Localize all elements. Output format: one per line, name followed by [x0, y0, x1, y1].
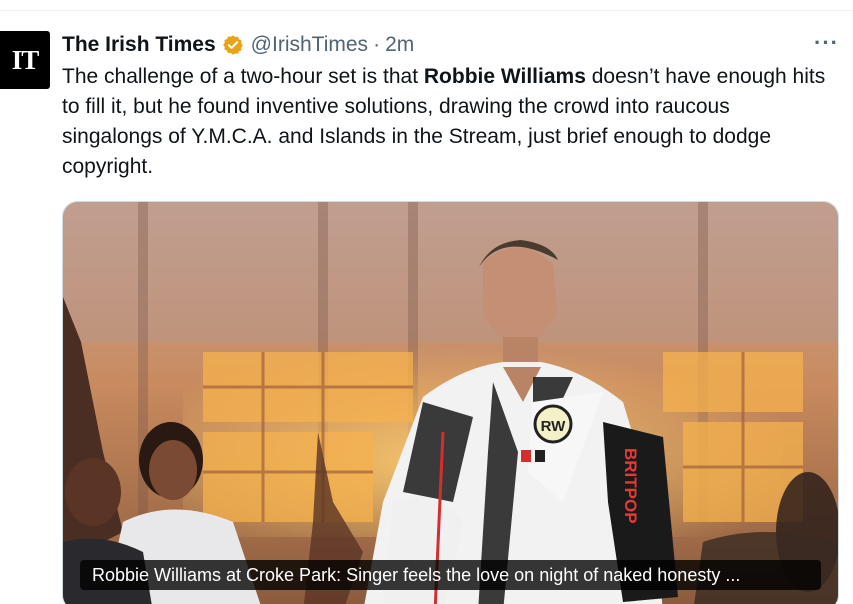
top-divider — [0, 10, 853, 11]
jacket-sleeve-text: BRITPOP — [621, 448, 640, 524]
link-card-title[interactable]: Robbie Williams at Croke Park: Singer fe… — [80, 560, 821, 590]
tweet-header: The Irish Times @IrishTimes · 2m — [62, 31, 414, 59]
verified-badge-icon[interactable] — [222, 34, 244, 56]
tweet-text-bold[interactable]: Robbie Williams — [424, 65, 586, 88]
separator-dot: · — [373, 33, 381, 56]
user-handle[interactable]: @IrishTimes — [251, 33, 368, 57]
tweet-text-part: The challenge of a two-hour set is that — [62, 65, 424, 88]
link-card-image[interactable]: RW BRITPOP — [62, 201, 839, 604]
display-name[interactable]: The Irish Times — [62, 33, 216, 57]
timestamp[interactable]: 2m — [385, 33, 414, 57]
more-options-icon[interactable]: ··· — [814, 30, 839, 56]
avatar-text: IT — [11, 44, 40, 75]
concert-photo: RW BRITPOP — [63, 202, 838, 604]
tweet-text: The challenge of a two-hour set is that … — [62, 62, 832, 182]
jacket-badge: RW — [541, 418, 567, 435]
avatar[interactable]: IT — [0, 31, 50, 89]
